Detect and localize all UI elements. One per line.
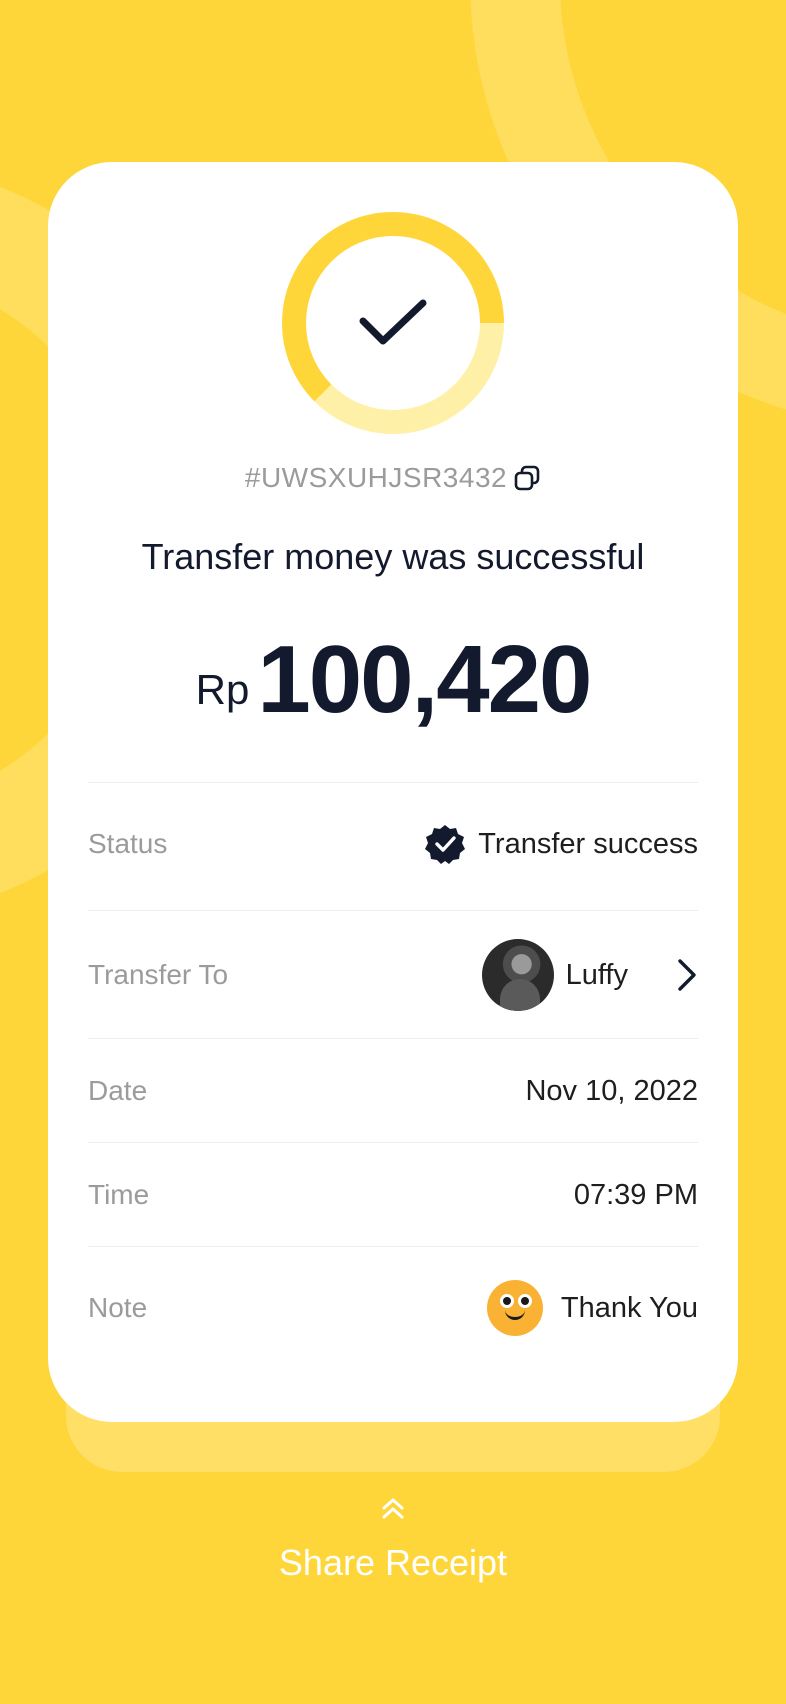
divider [88, 1246, 698, 1247]
status-row: Status Transfer success [88, 784, 698, 904]
success-ring [282, 212, 504, 434]
note-value: Thank You [560, 1291, 698, 1324]
transfer-to-row[interactable]: Transfer To Luffy [88, 912, 698, 1038]
status-value: Transfer success [478, 827, 698, 860]
currency-label: Rp [195, 666, 250, 713]
success-check-container [306, 236, 480, 410]
checkmark-icon [359, 299, 427, 345]
recipient-avatar [481, 939, 554, 1011]
time-value: 07:39 PM [573, 1178, 698, 1211]
success-title: Transfer money was successful [141, 536, 645, 577]
note-value-group: Thank You [486, 1280, 698, 1336]
status-label: Status [88, 828, 168, 859]
note-label: Note [88, 1292, 148, 1323]
transaction-id: #UWSXUHJSR3432 [244, 462, 508, 493]
smiley-emoji-icon [486, 1280, 543, 1336]
amount-row: Rp 100,420 [48, 632, 738, 728]
receipt-screen: #UWSXUHJSR3432 Transfer money was succes… [0, 0, 786, 1704]
verified-badge-icon [425, 825, 466, 864]
date-label: Date [88, 1075, 148, 1106]
copy-icon[interactable] [513, 464, 541, 492]
share-receipt-label: Share Receipt [278, 1542, 508, 1583]
double-chevron-up-icon [382, 1498, 404, 1519]
divider [88, 1038, 698, 1039]
emoji-left-eye [499, 1294, 514, 1308]
transfer-amount: 100,420 [257, 626, 592, 733]
chevron-right-icon[interactable] [676, 957, 698, 993]
transfer-to-label: Transfer To [88, 959, 229, 990]
divider [88, 1142, 698, 1143]
status-value-group: Transfer success [424, 823, 698, 865]
date-value: Nov 10, 2022 [525, 1074, 698, 1107]
divider [88, 910, 698, 911]
recipient-name: Luffy [565, 958, 628, 991]
date-row: Date Nov 10, 2022 [88, 1040, 698, 1142]
note-row: Note Thank You [88, 1248, 698, 1368]
time-row: Time 07:39 PM [88, 1144, 698, 1246]
time-label: Time [88, 1179, 150, 1210]
divider [88, 782, 698, 783]
emoji-right-eye [517, 1294, 532, 1308]
recipient-group[interactable]: Luffy [481, 939, 698, 1011]
transaction-id-row: #UWSXUHJSR3432 [48, 462, 738, 494]
share-receipt-button[interactable]: Share Receipt [0, 1496, 786, 1584]
emoji-mouth [504, 1310, 525, 1320]
receipt-card: #UWSXUHJSR3432 Transfer money was succes… [48, 162, 738, 1422]
